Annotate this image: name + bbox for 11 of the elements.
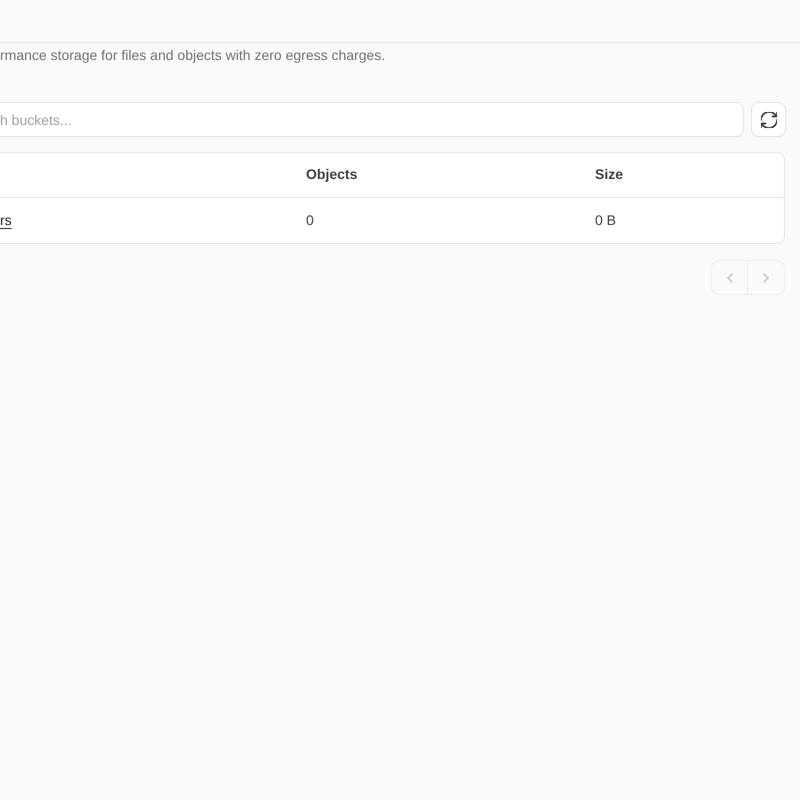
chevron-left-icon	[726, 272, 732, 282]
refresh-icon	[760, 112, 776, 128]
column-header: Objects	[306, 166, 358, 182]
search-field[interactable]: h buckets...	[0, 102, 744, 137]
refresh-button[interactable]	[751, 102, 786, 137]
column-header: Size	[595, 166, 624, 182]
bucket-size: 0 B	[595, 212, 616, 228]
page-description: rmance storage for files and objects with zero egress charges.	[0, 46, 386, 65]
chevron-right-icon	[763, 272, 769, 282]
object-count: 0	[306, 212, 314, 228]
bucket-name-link[interactable]: rs	[0, 212, 12, 228]
